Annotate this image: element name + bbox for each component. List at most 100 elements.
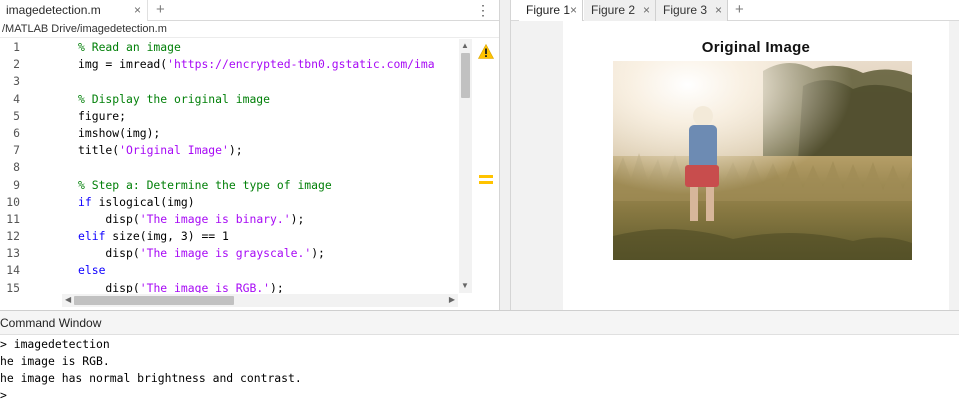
code-token: imshow(img); <box>78 125 161 140</box>
tab-figure-3-label: Figure 3 <box>663 3 708 17</box>
panel-splitter[interactable] <box>499 0 511 310</box>
warning-triangle-icon[interactable] <box>478 44 494 59</box>
comment-token: % Display the original image <box>78 91 271 106</box>
figure-panel: Figure 1 × Figure 2 × Figure 3 × + Origi… <box>511 0 959 310</box>
code-token: islogical(img) <box>91 194 195 209</box>
code-line[interactable]: 13 disp('The image is grayscale.'); <box>0 245 458 262</box>
new-tab-icon[interactable]: + <box>156 0 165 20</box>
code-line[interactable]: 1 % Read an image <box>0 39 458 56</box>
keyword-token: else <box>78 263 106 278</box>
string-token: 'The image is binary.' <box>139 211 291 226</box>
code-text: else <box>78 262 105 279</box>
close-tab-icon[interactable]: × <box>134 0 141 20</box>
figure-tab-bar: Figure 1 × Figure 2 × Figure 3 × + <box>511 0 959 21</box>
code-line[interactable]: 2 img = imread('https://encrypted-tbn0.gs… <box>0 56 458 73</box>
scroll-left-icon[interactable]: ◀ <box>65 295 71 304</box>
code-line[interactable]: 7 title('Original Image'); <box>0 142 458 159</box>
code-token: disp( <box>78 211 140 226</box>
code-token: size(img, 3) == 1 <box>105 229 229 244</box>
editor-tab-bar: imagedetection.m × + ⋮ <box>0 0 500 21</box>
tab-figure-3[interactable]: Figure 3 × <box>656 0 728 21</box>
code-line[interactable]: 5 figure; <box>0 108 458 125</box>
tab-figure-2[interactable]: Figure 2 × <box>584 0 656 21</box>
line-number: 5 <box>13 108 20 123</box>
code-token: img = imread( <box>78 57 168 72</box>
file-path-breadcrumb: /MATLAB Drive/imagedetection.m <box>0 21 500 38</box>
code-text: title('Original Image'); <box>78 142 243 159</box>
editor-tab-imagedetection[interactable]: imagedetection.m × <box>0 0 148 21</box>
code-text: disp('The image is grayscale.'); <box>78 245 325 262</box>
tab-figure-2-label: Figure 2 <box>591 3 636 17</box>
line-number: 6 <box>13 125 20 140</box>
new-figure-tab-icon[interactable]: + <box>735 0 744 20</box>
string-token: 'The image is RGB.' <box>139 280 271 293</box>
code-line[interactable]: 10 if islogical(img) <box>0 194 458 211</box>
horizontal-scrollbar[interactable]: ◀ ▶ <box>62 294 458 307</box>
code-token: ); <box>290 211 305 226</box>
code-text: elif size(img, 3) == 1 <box>78 228 229 245</box>
vertical-scrollbar[interactable]: ▲ ▼ <box>459 39 472 293</box>
code-analyzer-equals-icon[interactable] <box>479 175 493 187</box>
code-line[interactable]: 11 disp('The image is binary.'); <box>0 211 458 228</box>
editor-menu-icon[interactable]: ⋮ <box>476 0 490 20</box>
line-number: 13 <box>6 246 20 261</box>
figure-title: Original Image <box>701 39 811 56</box>
keyword-token: elif <box>78 229 106 244</box>
tab-figure-1[interactable]: Figure 1 × <box>519 0 583 21</box>
command-output-line: > imagedetection <box>0 337 110 351</box>
code-line[interactable]: 8 <box>0 159 458 176</box>
editor-tab-label: imagedetection.m <box>6 3 101 17</box>
scroll-up-icon[interactable]: ▲ <box>461 41 469 50</box>
close-tab-icon[interactable]: × <box>715 0 722 20</box>
code-token: title( <box>78 143 120 158</box>
close-tab-icon[interactable]: × <box>643 0 650 20</box>
line-number: 11 <box>6 211 20 226</box>
line-number: 4 <box>13 91 20 106</box>
code-text: disp('The image is binary.'); <box>78 211 304 228</box>
code-line[interactable]: 14 else <box>0 262 458 279</box>
close-tab-icon[interactable]: × <box>570 0 577 20</box>
string-token: 'The image is grayscale.' <box>139 246 312 261</box>
code-line[interactable]: 15 disp('The image is RGB.'); <box>0 280 458 293</box>
scroll-down-icon[interactable]: ▼ <box>461 281 469 290</box>
comment-token: % Step a: Determine the type of image <box>78 177 332 192</box>
code-line[interactable]: 4 % Display the original image <box>0 91 458 108</box>
vertical-scroll-thumb[interactable] <box>461 53 470 98</box>
code-line[interactable]: 12 elif size(img, 3) == 1 <box>0 228 458 245</box>
line-number: 15 <box>6 280 20 293</box>
line-number: 8 <box>13 160 20 175</box>
horizontal-scroll-thumb[interactable] <box>74 296 234 305</box>
code-token: ); <box>311 246 325 261</box>
line-number: 7 <box>13 143 20 158</box>
command-output-line: he image has normal brightness and contr… <box>0 371 302 385</box>
code-editor[interactable]: 1 % Read an image 2 img = imread('https://e… <box>0 39 458 293</box>
tab-figure-1-label: Figure 1 <box>526 3 571 17</box>
line-number: 12 <box>6 229 20 244</box>
command-window-header: Command Window <box>0 310 959 335</box>
string-token: 'https://encrypted-tbn0.gstatic.com/ima <box>167 57 435 72</box>
code-token: disp( <box>78 246 140 261</box>
code-text: disp('The image is RGB.'); <box>78 280 284 293</box>
code-line[interactable]: 6 imshow(img); <box>0 125 458 142</box>
code-text: imshow(img); <box>78 125 160 142</box>
code-line[interactable]: 9 % Step a: Determine the type of image <box>0 177 458 194</box>
figure-canvas: Original Image <box>563 21 949 310</box>
line-number: 10 <box>6 194 20 209</box>
command-output-line: he image is RGB. <box>0 354 110 368</box>
keyword-token: if <box>78 194 92 209</box>
code-text: % Display the original image <box>78 91 270 108</box>
code-text: figure; <box>78 108 126 125</box>
code-text: % Step a: Determine the type of image <box>78 177 332 194</box>
code-text: if islogical(img) <box>78 194 195 211</box>
command-window[interactable]: > imagedetection he image is RGB. he image… <box>0 335 959 410</box>
line-number: 3 <box>13 74 20 89</box>
line-number: 2 <box>13 57 20 72</box>
code-token: ); <box>270 280 284 293</box>
scroll-right-icon[interactable]: ▶ <box>449 295 455 304</box>
string-token: 'Original Image' <box>119 143 229 158</box>
code-token: disp( <box>78 280 140 293</box>
editor-panel: imagedetection.m × + ⋮ /MATLAB Drive/ima… <box>0 0 500 310</box>
code-line[interactable]: 3 <box>0 73 458 90</box>
child-in-field-photo <box>613 61 912 260</box>
line-number: 1 <box>13 40 20 54</box>
